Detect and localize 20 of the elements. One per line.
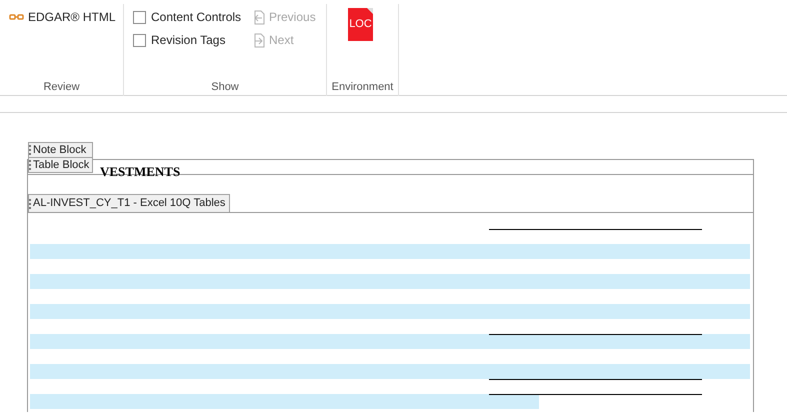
group-label: Show <box>210 80 240 95</box>
block-tag[interactable]: Note Block <box>28 142 94 158</box>
section-heading: VESTMENTS <box>100 164 180 179</box>
block-tag-label: Note Block <box>33 142 86 158</box>
checkbox-option[interactable]: Revision Tags <box>133 31 242 49</box>
checkbox[interactable] <box>133 34 146 46</box>
page-arrow-icon <box>252 32 266 48</box>
page-arrow-icon <box>252 10 266 24</box>
table-tag[interactable]: AL-INVEST_CY_T1 - Excel 10Q Tables <box>28 194 230 212</box>
block-tag-label: Table Block <box>33 158 90 173</box>
group-label: Review <box>42 80 81 95</box>
block-tag[interactable]: Table Block <box>28 157 94 173</box>
glasses-icon <box>9 13 24 21</box>
checkbox-option[interactable]: Content Controls <box>133 8 242 26</box>
checkbox[interactable] <box>133 10 146 24</box>
group-label: Environment <box>330 80 394 95</box>
loc-document-button[interactable]: LOC <box>348 8 373 41</box>
page-corner-icon <box>367 8 373 14</box>
table-tag-label: AL-INVEST_CY_T1 - Excel 10Q Tables <box>33 196 226 212</box>
edgar-html-button[interactable]: EDGAR® HTML <box>9 8 116 26</box>
